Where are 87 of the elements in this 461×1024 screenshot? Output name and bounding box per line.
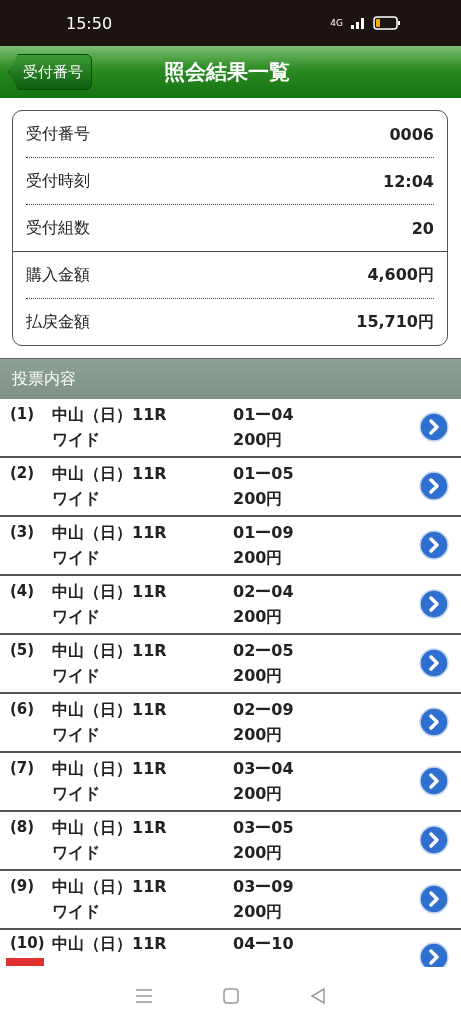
bet-number: (7)	[10, 759, 36, 777]
race-name: 中山（日）11R	[52, 522, 168, 544]
bet-row[interactable]: (10) 中山（日）11R 04ー10	[0, 930, 461, 966]
chevron-right-icon[interactable]	[419, 589, 449, 619]
race-name: 中山（日）11R	[52, 758, 168, 780]
race-name: 中山（日）11R	[52, 934, 168, 955]
bet-type: ワイド	[52, 606, 101, 628]
bet-number: (4)	[10, 582, 36, 600]
bet-combination: 02ー04	[233, 581, 294, 603]
chevron-right-icon[interactable]	[419, 884, 449, 914]
bet-amount: 200円	[233, 488, 284, 510]
bet-number: (3)	[10, 523, 36, 541]
bet-row[interactable]: (3) 中山（日）11R ワイド 01ー09 200円	[0, 517, 461, 576]
summary-value: 15,710円	[356, 311, 434, 333]
bet-row[interactable]: (1) 中山（日）11R ワイド 01ー04 200円	[0, 399, 461, 458]
home-icon[interactable]	[222, 987, 239, 1004]
chevron-right-icon[interactable]	[419, 471, 449, 501]
back-icon[interactable]	[309, 987, 326, 1004]
back-button[interactable]: 受付番号	[8, 54, 92, 90]
bet-amount: 200円	[233, 606, 284, 628]
bet-type: ワイド	[52, 665, 101, 687]
bet-type: ワイド	[52, 842, 101, 864]
summary-label: 払戻金額	[26, 311, 90, 333]
chevron-right-icon[interactable]	[419, 530, 449, 560]
bet-type: ワイド	[52, 429, 101, 451]
bet-row[interactable]: (6) 中山（日）11R ワイド 02ー09 200円	[0, 694, 461, 753]
bet-row[interactable]: (2) 中山（日）11R ワイド 01ー05 200円	[0, 458, 461, 517]
chevron-right-icon[interactable]	[419, 825, 449, 855]
status-time: 15:50	[66, 13, 113, 33]
bet-combination: 03ー09	[233, 876, 294, 898]
bet-number: (10)	[10, 934, 46, 952]
race-name: 中山（日）11R	[52, 640, 168, 662]
bet-combination: 01ー04	[233, 404, 294, 426]
bet-row[interactable]: (7) 中山（日）11R ワイド 03ー04 200円	[0, 753, 461, 812]
bet-amount: 200円	[233, 724, 284, 746]
summary-value: 4,600円	[367, 264, 434, 286]
bet-row[interactable]: (9) 中山（日）11R ワイド 03ー09 200円	[0, 871, 461, 930]
page-title: 照会結果一覧	[164, 59, 290, 86]
summary-value: 0006	[389, 124, 434, 144]
bet-combination: 02ー05	[233, 640, 294, 662]
race-name: 中山（日）11R	[52, 581, 168, 603]
race-name: 中山（日）11R	[52, 699, 168, 721]
bet-combination: 03ー04	[233, 758, 294, 780]
race-name: 中山（日）11R	[52, 463, 168, 485]
bet-amount: 200円	[233, 429, 284, 451]
signal-icon	[351, 17, 365, 29]
summary-value: 12:04	[383, 171, 434, 191]
chevron-right-icon[interactable]	[419, 648, 449, 678]
bet-amount: 200円	[233, 842, 284, 864]
bet-combination: 01ー05	[233, 463, 294, 485]
bet-type: ワイド	[52, 901, 101, 923]
bet-number: (2)	[10, 464, 36, 482]
summary-label: 購入金額	[26, 264, 90, 286]
bet-amount: 200円	[233, 547, 284, 569]
battery-icon	[373, 16, 401, 30]
bet-amount: 200円	[233, 665, 284, 687]
bet-amount: 200円	[233, 901, 284, 923]
bet-type: ワイド	[52, 724, 101, 746]
bet-row[interactable]: (4) 中山（日）11R ワイド 02ー04 200円	[0, 576, 461, 635]
bet-number: (1)	[10, 405, 36, 423]
bet-amount: 200円	[233, 783, 284, 805]
summary-label: 受付時刻	[26, 170, 90, 192]
bet-type: ワイド	[52, 547, 101, 569]
chevron-right-icon[interactable]	[419, 412, 449, 442]
summary-label: 受付組数	[26, 217, 90, 239]
bet-type: ワイド	[52, 488, 101, 510]
bet-row[interactable]: (5) 中山（日）11R ワイド 02ー05 200円	[0, 635, 461, 694]
bet-combination: 03ー05	[233, 817, 294, 839]
bet-combination: 04ー10	[233, 934, 294, 955]
chevron-right-icon[interactable]	[419, 766, 449, 796]
bet-number: (9)	[10, 877, 36, 895]
summary-value: 20	[411, 218, 434, 238]
bet-row[interactable]: (8) 中山（日）11R ワイド 03ー05 200円	[0, 812, 461, 871]
chevron-right-icon[interactable]	[419, 942, 449, 967]
race-name: 中山（日）11R	[52, 404, 168, 426]
bet-combination: 02ー09	[233, 699, 294, 721]
race-name: 中山（日）11R	[52, 876, 168, 898]
race-name: 中山（日）11R	[52, 817, 168, 839]
section-title: 投票内容	[12, 368, 76, 390]
chevron-right-icon[interactable]	[419, 707, 449, 737]
bet-type: ワイド	[52, 783, 101, 805]
bet-number: (8)	[10, 818, 36, 836]
bet-number: (6)	[10, 700, 36, 718]
bet-combination: 01ー09	[233, 522, 294, 544]
summary-label: 受付番号	[26, 123, 90, 145]
network-label: 4G	[330, 18, 343, 28]
bet-number: (5)	[10, 641, 36, 659]
